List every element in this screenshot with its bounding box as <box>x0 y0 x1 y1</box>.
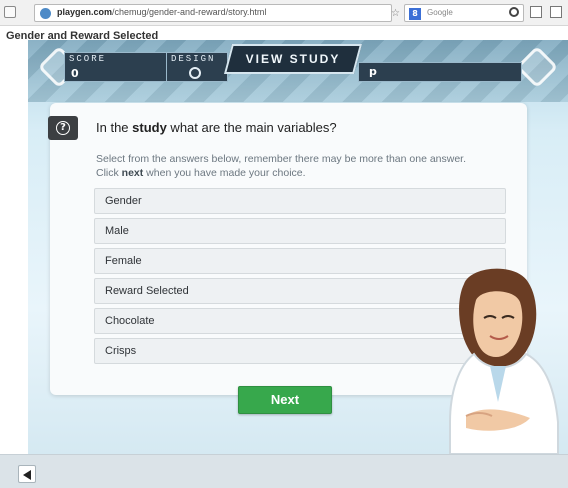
answer-option-gender[interactable]: Gender <box>94 188 506 214</box>
browser-right-tools <box>530 6 562 18</box>
score-value: 0 <box>71 67 79 80</box>
design-label: DESIGN <box>171 54 216 64</box>
page-menu-icon[interactable] <box>4 6 16 18</box>
instructions-line-1: Select from the answers below, remember … <box>96 153 467 165</box>
url-path: /chemug/gender-and-reward/story.html <box>112 7 267 17</box>
instructions-keyword-next: next <box>121 167 144 179</box>
speaker-icon <box>23 470 31 480</box>
design-icon <box>189 67 201 79</box>
bottom-bar <box>0 454 568 488</box>
score-label: SCORE <box>69 54 107 64</box>
help-icon: ? <box>48 116 78 140</box>
search-icon[interactable] <box>509 7 519 17</box>
game-topbar: SCORE 0 DESIGN VIEW STUDY p <box>28 40 568 102</box>
next-button[interactable]: Next <box>238 386 332 414</box>
p-value: p <box>369 65 377 78</box>
url-text: playgen.com/chemug/gender-and-reward/sto… <box>57 7 266 17</box>
sound-button[interactable] <box>18 465 36 483</box>
instructions-line-2: Click next when you have made your choic… <box>96 166 516 180</box>
p-panel: p <box>358 62 522 82</box>
question-suffix: what are the main variables? <box>166 120 337 135</box>
url-bar[interactable]: playgen.com/chemug/gender-and-reward/sto… <box>34 4 428 22</box>
search-placeholder: Google <box>427 8 453 17</box>
download-icon[interactable] <box>550 6 562 18</box>
scientist-character <box>449 268 559 454</box>
question-prefix: In the <box>96 120 133 135</box>
search-engine-icon[interactable]: 8 <box>409 8 421 20</box>
game-area: SCORE 0 DESIGN VIEW STUDY p ? In the stu… <box>28 40 568 454</box>
question-mark-icon: ? <box>56 121 70 135</box>
answer-option-male[interactable]: Male <box>94 218 506 244</box>
view-study-label: VIEW STUDY <box>245 52 341 66</box>
question-text: In the study what are the main variables… <box>96 120 337 135</box>
instructions-line-2-suffix: when you have made your choice. <box>143 167 306 179</box>
url-domain: playgen.com <box>57 7 113 17</box>
view-study-button[interactable]: VIEW STUDY <box>223 44 363 74</box>
design-panel[interactable]: DESIGN <box>166 52 228 82</box>
site-globe-icon <box>40 8 51 19</box>
instructions-line-2-prefix: Click <box>96 167 122 179</box>
browser-toolbar: playgen.com/chemug/gender-and-reward/sto… <box>0 0 568 26</box>
page-tools-icon[interactable] <box>530 6 542 18</box>
browser-left-tools <box>4 6 16 18</box>
question-keyword: study <box>132 120 167 135</box>
bookmark-star-icon[interactable]: ☆ <box>391 8 400 19</box>
search-bar[interactable]: 8 Google <box>404 4 524 22</box>
instructions: Select from the answers below, remember … <box>96 152 516 180</box>
